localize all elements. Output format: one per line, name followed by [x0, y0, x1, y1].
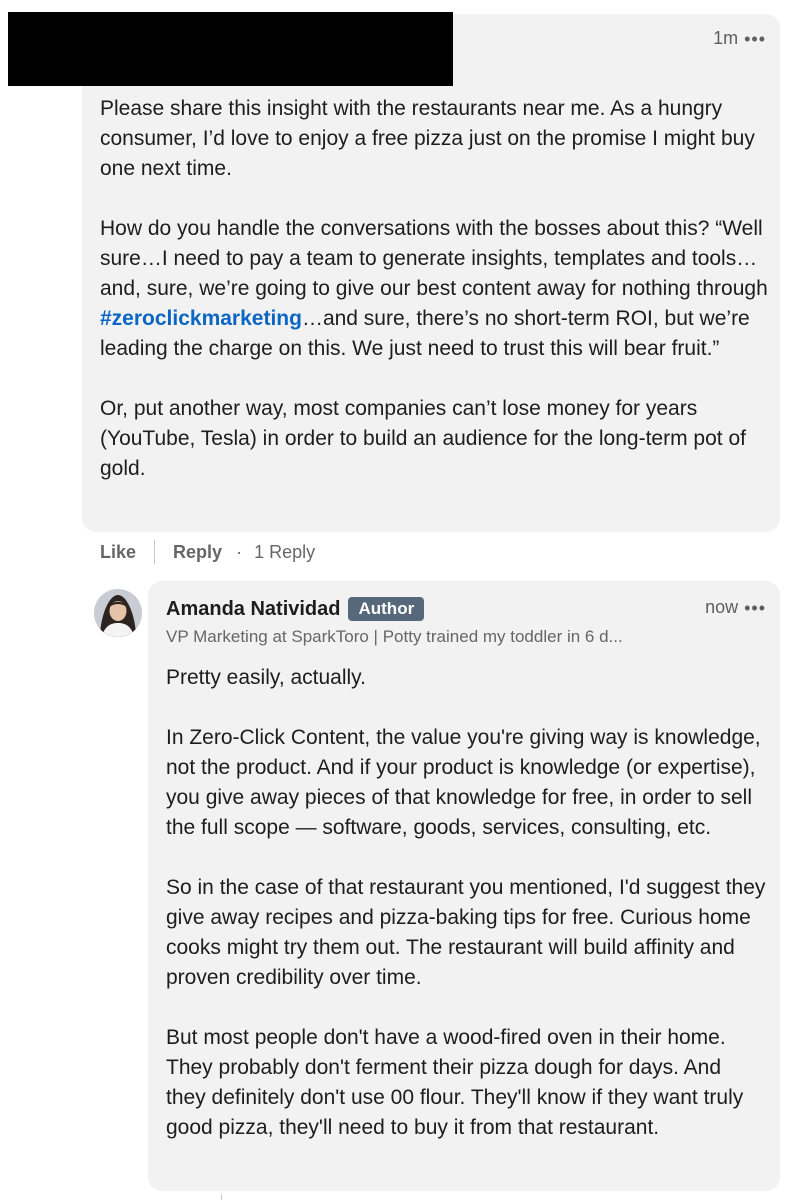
avatar[interactable] [94, 589, 142, 637]
separator-dot: · [236, 541, 243, 562]
comment-bubble: 1m ••• Please share this insight with th… [82, 14, 780, 532]
comment-text-segment: How do you handle the conversations with… [100, 217, 768, 300]
reply-paragraph: But most people don't have a wood-fired … [166, 1026, 744, 1139]
avatar-photo-icon [94, 589, 142, 637]
reply-count-link[interactable]: 1 Reply [254, 542, 315, 563]
comment-meta: 1m ••• [713, 28, 766, 49]
comment-paragraph: Please share this insight with the resta… [100, 97, 755, 180]
action-divider [154, 540, 156, 564]
reply-timestamp: now [705, 597, 739, 617]
like-button[interactable]: Like [100, 542, 136, 563]
author-badge: Author [348, 597, 425, 621]
hashtag-link[interactable]: #zeroclickmarketing [100, 307, 302, 330]
comment-text: Please share this insight with the resta… [100, 94, 770, 514]
author-name[interactable]: Amanda Natividad [166, 598, 340, 621]
author-headline: VP Marketing at SparkToro | Potty traine… [166, 627, 623, 646]
divider-fragment [221, 1194, 222, 1200]
more-options-icon[interactable]: ••• [744, 599, 766, 617]
comment-paragraph: Or, put another way, most companies can’… [100, 397, 746, 480]
reply-bubble: Amanda Natividad Author now ••• VP Marke… [148, 581, 780, 1191]
comment-paragraph: How do you handle the conversations with… [100, 214, 770, 364]
redacted-commenter-info [8, 12, 453, 86]
comment-thread: 1m ••• Please share this insight with th… [0, 0, 795, 1200]
reply-meta: now ••• [705, 597, 766, 618]
reply-header: Amanda Natividad Author [166, 597, 425, 621]
reply-text: Pretty easily, actually. In Zero-Click C… [166, 663, 766, 1173]
reply-paragraph: So in the case of that restaurant you me… [166, 876, 766, 989]
comment-actions: Like Reply · 1 Reply [100, 537, 315, 567]
reply-button[interactable]: Reply [173, 542, 222, 563]
more-options-icon[interactable]: ••• [744, 30, 766, 48]
reply-paragraph: Pretty easily, actually. [166, 666, 366, 689]
comment-timestamp: 1m [713, 28, 739, 48]
reply-paragraph: In Zero-Click Content, the value you're … [166, 726, 761, 839]
